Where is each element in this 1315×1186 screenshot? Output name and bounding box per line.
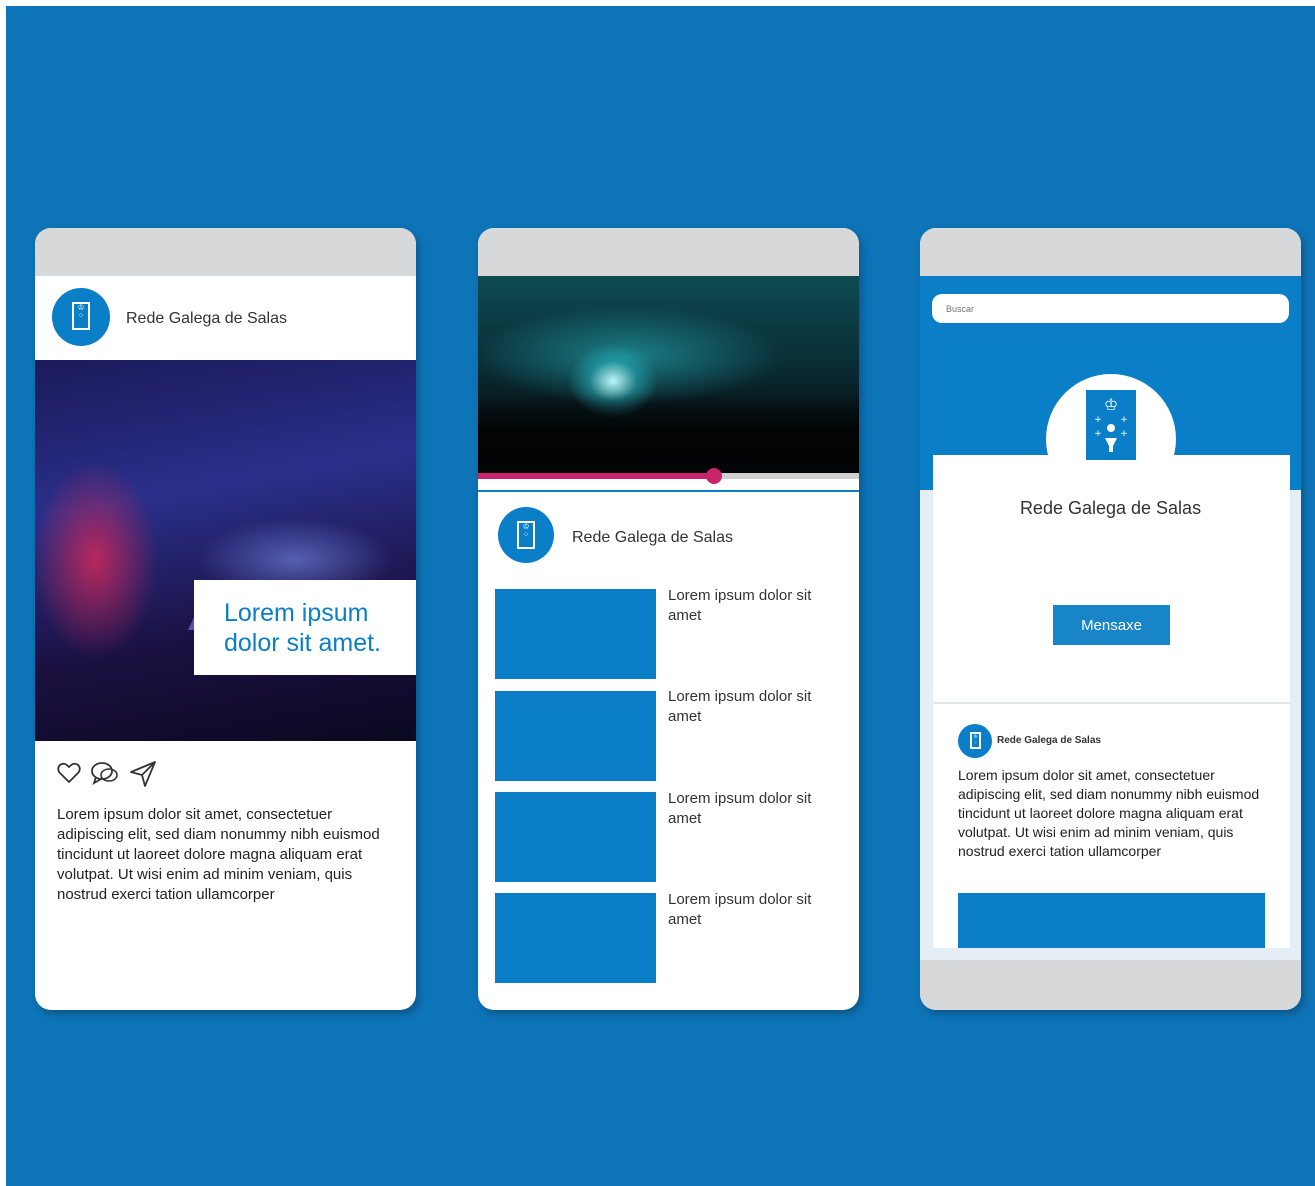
svg-text:+: + bbox=[1120, 429, 1128, 439]
video-divider bbox=[478, 490, 859, 492]
svg-text:+: + bbox=[1094, 429, 1102, 439]
post-caption: Lorem ipsum dolor sit amet, consectetuer… bbox=[57, 806, 380, 903]
phone-video-page: ♔ ⁘ Rede Galega de Salas Lorem ipsum dolo… bbox=[478, 228, 859, 1010]
video-progress-handle[interactable] bbox=[706, 468, 723, 484]
photo-text-overlay: Lorem ipsum dolor sit amet. bbox=[194, 580, 416, 675]
phone-feed-post: ♔ ⁘ Rede Galega de Salas Lorem ipsum dolo… bbox=[35, 228, 416, 1010]
bottom-bar bbox=[920, 960, 1301, 1010]
section-divider bbox=[933, 702, 1290, 704]
video-title[interactable]: Lorem ipsum dolor sit amet bbox=[668, 890, 838, 930]
overlay-line-1: Lorem ipsum bbox=[224, 599, 369, 627]
video-title[interactable]: Lorem ipsum dolor sit amet bbox=[668, 789, 838, 829]
account-name[interactable]: Rede Galega de Salas bbox=[572, 529, 733, 547]
galicia-emblem-icon: ♔ + + + + bbox=[1086, 390, 1136, 460]
post-photo[interactable]: Lorem ipsum dolor sit amet. bbox=[35, 360, 416, 741]
status-bar bbox=[35, 228, 416, 276]
account-name[interactable]: Rede Galega de Salas bbox=[126, 310, 287, 328]
video-thumbnail[interactable] bbox=[495, 792, 656, 882]
video-title[interactable]: Lorem ipsum dolor sit amet bbox=[668, 586, 838, 626]
search-input[interactable] bbox=[932, 294, 1289, 323]
status-bar bbox=[478, 228, 859, 276]
video-progress-fill bbox=[478, 473, 715, 479]
svg-text:♔: ♔ bbox=[1104, 395, 1118, 414]
canvas-background: ♔ ⁘ Rede Galega de Salas Lorem ipsum dolo… bbox=[6, 6, 1315, 1186]
post-actions bbox=[57, 761, 156, 787]
search-bar-area bbox=[920, 276, 1301, 342]
galicia-emblem-icon: ♔ ⁘ bbox=[517, 521, 535, 549]
galicia-emblem-icon: ♔ ⁘ bbox=[72, 302, 90, 330]
profile-name: Rede Galega de Salas bbox=[1019, 498, 1202, 518]
share-icon[interactable] bbox=[130, 761, 156, 787]
video-thumbnail[interactable] bbox=[495, 589, 656, 679]
post-media[interactable] bbox=[958, 893, 1265, 948]
comment-icon[interactable] bbox=[91, 762, 118, 785]
account-avatar[interactable]: ♔ ⁘ bbox=[52, 288, 110, 346]
svg-text:+: + bbox=[1094, 415, 1102, 425]
post-text: Lorem ipsum dolor sit amet, consectetuer… bbox=[958, 767, 1260, 859]
overlay-line-2: dolor sit amet. bbox=[224, 629, 382, 657]
video-progress-bar[interactable] bbox=[478, 468, 859, 484]
galicia-emblem-icon: ♔ ⁘ bbox=[970, 732, 981, 749]
account-avatar[interactable]: ♔ ⁘ bbox=[498, 507, 554, 563]
video-thumbnail[interactable] bbox=[495, 691, 656, 781]
phone-profile-page: ♔ + + + + Rede Galega de Salas Mensaxe ♔… bbox=[920, 228, 1301, 1010]
video-title[interactable]: Lorem ipsum dolor sit amet bbox=[668, 687, 838, 727]
svg-text:+: + bbox=[1120, 415, 1128, 425]
status-bar bbox=[920, 228, 1301, 276]
video-player[interactable] bbox=[478, 276, 859, 473]
crowd-silhouette bbox=[478, 393, 859, 473]
message-button[interactable]: Mensaxe bbox=[1053, 605, 1170, 645]
video-thumbnail[interactable] bbox=[495, 893, 656, 983]
post-author-avatar[interactable]: ♔ ⁘ bbox=[958, 724, 992, 758]
post-author-name[interactable]: Rede Galega de Salas bbox=[997, 735, 1101, 746]
like-icon[interactable] bbox=[57, 762, 81, 784]
